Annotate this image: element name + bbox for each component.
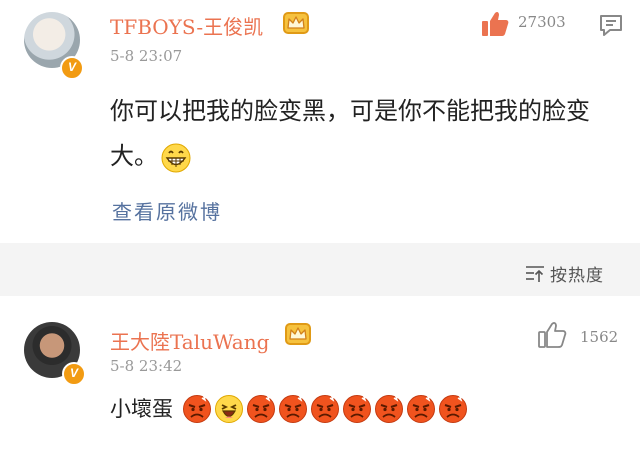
grinning-face-icon (161, 143, 191, 172)
verified-badge-icon: V (62, 362, 86, 386)
reply-text: 小壞蛋 (110, 397, 173, 421)
sort-label: 按热度 (550, 265, 604, 286)
angry-face-icon (375, 395, 403, 423)
angry-face-icon (183, 395, 211, 423)
thumbs-up-icon[interactable] (537, 321, 567, 349)
crown-icon (287, 16, 305, 29)
angry-face-icon (439, 395, 467, 423)
thumbs-up-icon[interactable] (480, 10, 510, 38)
crown-badge-icon (285, 323, 311, 345)
post-time: 5-8 23:07 (110, 47, 183, 65)
reply-author-name[interactable]: 王大陸TaluWang (110, 326, 269, 355)
sort-by-hot-button[interactable]: 按热度 (524, 259, 604, 287)
sort-icon (526, 266, 544, 282)
angry-face-icon (247, 395, 275, 423)
angry-face-icon (407, 395, 435, 423)
post-text: 你可以把我的脸变黑，可是你不能把我的脸变大。 (110, 89, 610, 179)
angry-face-icon (279, 395, 307, 423)
crown-icon (289, 327, 307, 340)
angry-face-icon (311, 395, 339, 423)
like-count: 27303 (518, 13, 566, 31)
verified-badge-icon: V (60, 56, 84, 80)
crown-badge-icon (283, 12, 309, 34)
author-name[interactable]: TFBOYS-王俊凯 (110, 11, 263, 40)
emoji-row (182, 394, 470, 424)
view-original-link[interactable]: 查看原微博 (112, 196, 222, 225)
angry-face-icon (343, 395, 371, 423)
original-post-card: V TFBOYS-王俊凯 5-8 23:07 27303 你可以把我的脸变黑，可… (0, 0, 640, 243)
reply-like-count: 1562 (580, 328, 619, 346)
message-icon[interactable] (598, 13, 624, 37)
laughing-face-icon (215, 395, 243, 423)
reply-time: 5-8 23:42 (110, 357, 183, 375)
